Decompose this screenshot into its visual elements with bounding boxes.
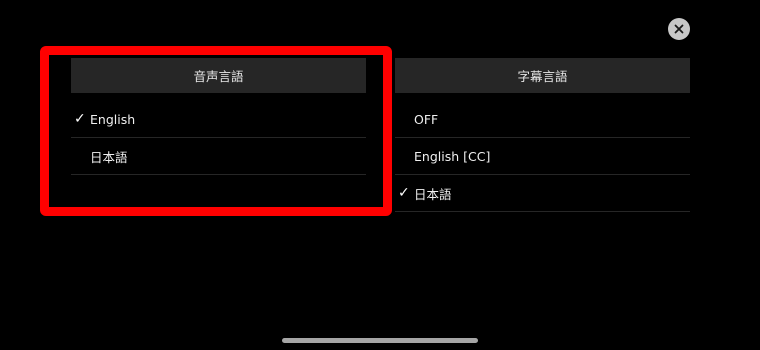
audio-option-label: English — [90, 111, 136, 127]
subtitle-option-off[interactable]: ✓ OFF — [395, 101, 690, 138]
check-icon: ✓ — [398, 185, 410, 201]
check-icon: ✓ — [74, 111, 86, 127]
audio-language-header: 音声言語 — [71, 58, 366, 93]
subtitle-language-header: 字幕言語 — [395, 58, 690, 93]
close-button[interactable] — [668, 18, 690, 40]
home-indicator[interactable] — [282, 338, 478, 343]
subtitle-language-list: ✓ OFF ✓ English [CC] ✓ 日本語 — [395, 101, 690, 212]
subtitle-option-label: 日本語 — [414, 186, 452, 202]
audio-option-japanese[interactable]: ✓ 日本語 — [71, 138, 366, 175]
subtitle-language-panel: 字幕言語 ✓ OFF ✓ English [CC] ✓ 日本語 — [395, 58, 690, 212]
subtitle-option-english-cc[interactable]: ✓ English [CC] — [395, 138, 690, 175]
subtitle-option-label: English [CC] — [414, 148, 491, 164]
close-icon — [674, 24, 684, 34]
audio-language-list: ✓ English ✓ 日本語 — [71, 101, 366, 175]
audio-language-panel: 音声言語 ✓ English ✓ 日本語 — [71, 58, 366, 175]
subtitle-option-japanese[interactable]: ✓ 日本語 — [395, 175, 690, 212]
audio-option-english[interactable]: ✓ English — [71, 101, 366, 138]
audio-option-label: 日本語 — [90, 149, 128, 165]
subtitle-option-label: OFF — [414, 111, 439, 127]
